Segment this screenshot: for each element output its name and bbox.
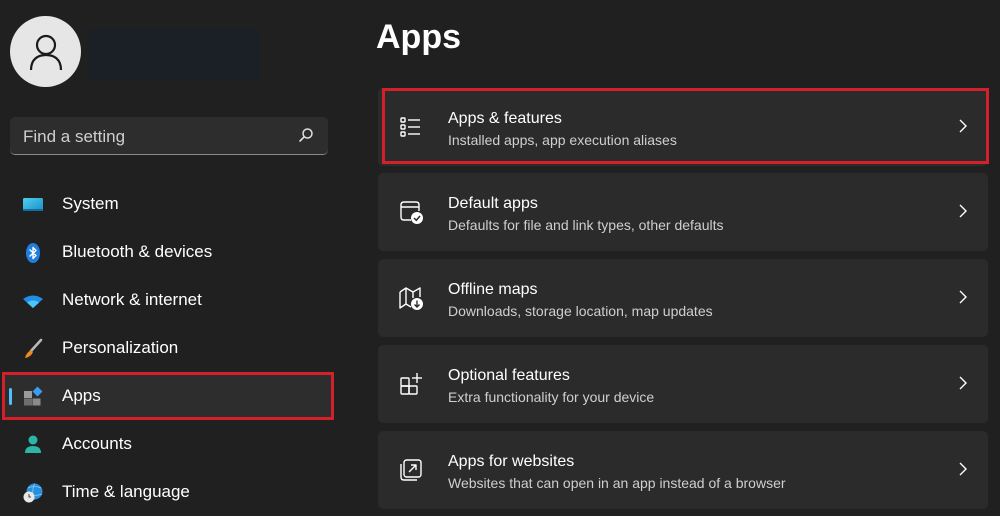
list-icon (400, 117, 420, 137)
card-apps-for-websites[interactable]: Apps for websites Websites that can open… (378, 431, 988, 509)
sidebar-nav: System Bluetooth & devices Network & int… (0, 182, 345, 516)
default-apps-icon (400, 201, 423, 224)
chevron-right-icon (959, 290, 967, 304)
sidebar-item-bluetooth[interactable]: Bluetooth & devices (4, 230, 333, 274)
paintbrush-icon (25, 338, 43, 358)
sidebar-item-personalization[interactable]: Personalization (4, 326, 333, 370)
page-title: Apps (376, 18, 461, 56)
sidebar-item-label: Personalization (62, 338, 179, 357)
card-title: Offline maps (448, 281, 538, 298)
card-subtitle: Downloads, storage location, map updates (448, 303, 713, 319)
apps-icon (24, 386, 43, 406)
active-indicator (9, 388, 12, 405)
chevron-right-icon (959, 204, 967, 218)
user-avatar[interactable] (10, 16, 81, 87)
sidebar-item-label: Time & language (62, 482, 190, 501)
card-subtitle: Websites that can open in an app instead… (448, 475, 786, 491)
monitor-icon (23, 198, 43, 211)
card-offline-maps[interactable]: Offline maps Downloads, storage location… (378, 259, 988, 337)
grid-plus-icon (400, 373, 422, 395)
chevron-right-icon (959, 376, 967, 390)
sidebar-item-label: System (62, 194, 119, 213)
sidebar-item-accounts[interactable]: Accounts (4, 422, 333, 466)
card-title: Default apps (448, 195, 538, 212)
settings-window: System Bluetooth & devices Network & int… (0, 0, 1000, 516)
card-subtitle: Extra functionality for your device (448, 389, 655, 405)
open-in-app-icon (400, 459, 422, 481)
person-icon (29, 34, 62, 70)
sidebar: System Bluetooth & devices Network & int… (0, 0, 345, 516)
sidebar-item-apps[interactable]: Apps (4, 374, 333, 418)
sidebar-item-label: Apps (62, 386, 101, 405)
wifi-icon (23, 295, 43, 308)
sidebar-item-network[interactable]: Network & internet (4, 278, 333, 322)
person-icon (25, 435, 41, 453)
card-title: Apps & features (448, 110, 562, 127)
card-default-apps[interactable]: Default apps Defaults for file and link … (378, 173, 988, 251)
sidebar-item-system[interactable]: System (4, 182, 333, 226)
search-icon[interactable] (298, 127, 314, 143)
card-title: Optional features (448, 367, 570, 384)
sidebar-item-label: Accounts (62, 434, 132, 453)
card-title: Apps for websites (448, 453, 575, 470)
map-download-icon (399, 287, 423, 310)
bluetooth-icon (26, 243, 40, 263)
sidebar-item-label: Network & internet (62, 290, 202, 309)
sidebar-item-label: Bluetooth & devices (62, 242, 213, 261)
card-subtitle: Installed apps, app execution aliases (448, 132, 677, 148)
globe-clock-icon (23, 483, 43, 503)
card-optional-features[interactable]: Optional features Extra functionality fo… (378, 345, 988, 423)
main-content: Apps Apps & features Installed apps, app… (360, 0, 1000, 516)
search-input[interactable] (10, 117, 295, 156)
search-box[interactable] (10, 117, 328, 156)
card-subtitle: Defaults for file and link types, other … (448, 217, 724, 233)
sidebar-item-time-language[interactable]: Time & language (4, 470, 333, 514)
user-name-redacted (88, 29, 260, 79)
chevron-right-icon (959, 462, 967, 476)
chevron-right-icon (959, 119, 967, 133)
card-apps-features[interactable]: Apps & features Installed apps, app exec… (378, 88, 988, 166)
